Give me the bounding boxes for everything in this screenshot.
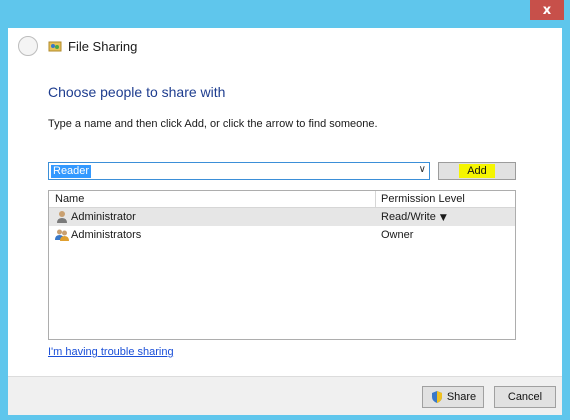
column-divider[interactable] [375, 191, 376, 207]
caret-down-icon[interactable]: ▼ [440, 213, 447, 223]
list-row[interactable]: Administrators Owner [49, 226, 515, 244]
shield-icon [431, 391, 442, 403]
chevron-down-icon[interactable]: ∨ [419, 164, 426, 175]
share-button-label: Share [446, 391, 477, 403]
row-permission: Read/Write [381, 211, 436, 223]
row-name: Administrators [71, 229, 142, 241]
users-group-icon [55, 228, 69, 242]
window-title: File Sharing [68, 38, 138, 54]
add-button[interactable]: Add [438, 162, 516, 180]
file-sharing-icon [48, 39, 62, 53]
cancel-button[interactable]: Cancel [494, 386, 556, 408]
instruction-text: Type a name and then click Add, or click… [48, 118, 378, 130]
column-header-name[interactable]: Name [55, 193, 84, 205]
row-name: Administrator [71, 211, 136, 223]
cancel-button-label: Cancel [507, 391, 543, 403]
user-icon [55, 210, 69, 224]
list-row[interactable]: Administrator Read/Write ▼ [49, 208, 515, 226]
content-area: Choose people to share with Type a name … [8, 64, 562, 376]
permission-dropdown[interactable]: Read/Write ▼ [381, 211, 447, 223]
row-permission: Owner [381, 229, 414, 241]
add-button-label: Add [459, 164, 495, 178]
title-bar: File Sharing [8, 28, 562, 64]
list-header: Name Permission Level [49, 191, 515, 208]
back-button[interactable] [18, 36, 38, 56]
name-input-value[interactable]: Reader [51, 165, 92, 178]
dialog-footer: Share Cancel [8, 376, 562, 415]
sharing-list: Name Permission Level Administrator Read… [48, 190, 516, 340]
share-button[interactable]: Share [422, 386, 484, 408]
trouble-sharing-link[interactable]: I'm having trouble sharing [48, 346, 174, 358]
close-icon: x [542, 2, 552, 18]
name-combobox[interactable]: Reader ∨ [48, 162, 430, 180]
file-sharing-window: x File Sharing Choose people to share wi… [0, 0, 570, 420]
column-header-permission[interactable]: Permission Level [381, 193, 465, 205]
page-heading: Choose people to share with [48, 84, 226, 100]
close-button[interactable]: x [530, 0, 564, 20]
